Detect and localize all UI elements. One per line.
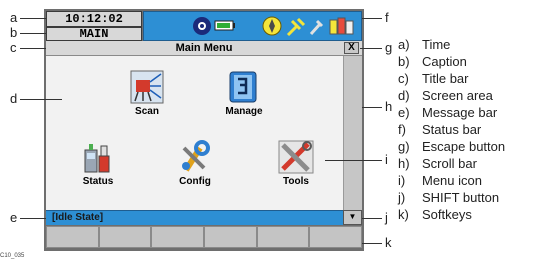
legend-key: e) <box>398 105 410 120</box>
softkey-2[interactable] <box>98 226 152 248</box>
legend-text: Softkeys <box>422 207 472 222</box>
softkey-4[interactable] <box>204 226 257 248</box>
legend-item-screen-area: d) Screen area <box>398 87 554 104</box>
scroll-bar[interactable] <box>343 56 362 210</box>
callout-line-i <box>325 160 382 161</box>
legend-key: j) <box>398 190 406 205</box>
legend-item-scroll-bar: h) Scroll bar <box>398 155 554 172</box>
legend-text: SHIFT button <box>422 190 500 205</box>
callout-i: i <box>385 152 388 167</box>
callout-e: e <box>10 210 18 225</box>
legend-item-time: a) Time <box>398 36 554 53</box>
legend-text: Caption <box>422 54 467 69</box>
shift-button[interactable]: ▼ <box>343 210 362 225</box>
escape-button[interactable]: X <box>344 42 359 54</box>
legend-item-escape-button: g) Escape button <box>398 138 554 155</box>
legend-text: Status bar <box>422 122 482 137</box>
softkey-6[interactable] <box>309 226 363 248</box>
scan-icon <box>130 70 164 104</box>
legend-key: h) <box>398 156 410 171</box>
legend-text: Time <box>422 37 451 52</box>
softkeys <box>46 226 363 248</box>
legend-item-shift-button: j) SHIFT button <box>398 189 554 206</box>
menu-item-tools[interactable]: Tools <box>271 140 321 187</box>
screen-area: Scan Manage Status Config Tools <box>46 56 343 210</box>
caption-display: MAIN <box>46 27 142 41</box>
message-bar: [Idle State] <box>46 210 343 225</box>
softkey-5[interactable] <box>256 226 310 248</box>
legend-key: a) <box>398 37 410 52</box>
legend-key: i) <box>398 173 406 188</box>
config-icon <box>182 140 210 172</box>
title-bar: Main Menu <box>46 41 362 56</box>
status-icon <box>84 144 110 173</box>
tools-icon <box>278 140 314 174</box>
callout-a: a <box>10 10 18 25</box>
menu-item-status[interactable]: Status <box>73 140 123 187</box>
device-status-icon <box>329 17 354 35</box>
legend-text: Menu icon <box>422 173 482 188</box>
menu-item-config[interactable]: Config <box>170 140 220 187</box>
legend-key: k) <box>398 207 409 222</box>
legend-key: b) <box>398 54 410 69</box>
callout-line-f <box>362 18 382 19</box>
legend-key: f) <box>398 122 406 137</box>
legend-text: Title bar <box>422 71 469 86</box>
callout-line-e <box>20 218 46 219</box>
legend-text: Escape button <box>422 139 506 154</box>
signal-icon <box>286 17 306 37</box>
legend-key: c) <box>398 71 409 86</box>
callout-line-a <box>20 18 46 19</box>
menu-label-scan: Scan <box>135 106 159 117</box>
menu-label-config: Config <box>179 176 211 187</box>
legend-item-message-bar: e) Message bar <box>398 104 554 121</box>
menu-label-manage: Manage <box>225 106 263 117</box>
manage-icon <box>229 71 257 103</box>
legend-item-softkeys: k) Softkeys <box>398 206 554 223</box>
menu-item-manage[interactable]: Manage <box>219 70 269 117</box>
legend-item-menu-icon: i) Menu icon <box>398 172 554 189</box>
callout-c: c <box>10 40 17 55</box>
callout-line-g <box>360 48 382 49</box>
legend-key: g) <box>398 139 410 154</box>
callout-d: d <box>10 91 18 106</box>
callout-line-b <box>20 33 46 34</box>
callout-f: f <box>385 10 389 25</box>
status-bar <box>143 11 362 41</box>
legend-item-status-bar: f) Status bar <box>398 121 554 138</box>
callout-line-d <box>20 99 62 100</box>
softkey-3[interactable] <box>151 226 205 248</box>
menu-label-status: Status <box>82 176 114 187</box>
battery-icon <box>214 20 235 31</box>
compass-icon <box>262 16 282 36</box>
legend-text: Scroll bar <box>422 156 477 171</box>
figure-code: C10_035 <box>0 253 25 259</box>
target-icon <box>193 17 211 35</box>
softkey-1[interactable] <box>46 226 99 248</box>
time-display: 10:12:02 <box>46 11 142 27</box>
legend-key: d) <box>398 88 410 103</box>
legend-item-caption: b) Caption <box>398 53 554 70</box>
menu-label-tools: Tools <box>283 176 309 187</box>
legend-text: Message bar <box>422 105 498 120</box>
legend-text: Screen area <box>422 88 493 103</box>
tool-status-icon <box>309 19 324 36</box>
callout-line-k <box>362 243 382 244</box>
callout-line-h <box>362 107 382 108</box>
callout-g: g <box>385 40 393 55</box>
menu-item-scan[interactable]: Scan <box>122 70 172 117</box>
callout-line-j <box>362 218 382 219</box>
callout-b: b <box>10 25 18 40</box>
legend: a) Time b) Caption c) Title bar d) Scree… <box>398 36 554 223</box>
legend-item-title-bar: c) Title bar <box>398 70 554 87</box>
callout-k: k <box>385 235 392 250</box>
callout-j: j <box>385 210 388 225</box>
callout-line-c <box>20 48 46 49</box>
callout-h: h <box>385 99 393 114</box>
